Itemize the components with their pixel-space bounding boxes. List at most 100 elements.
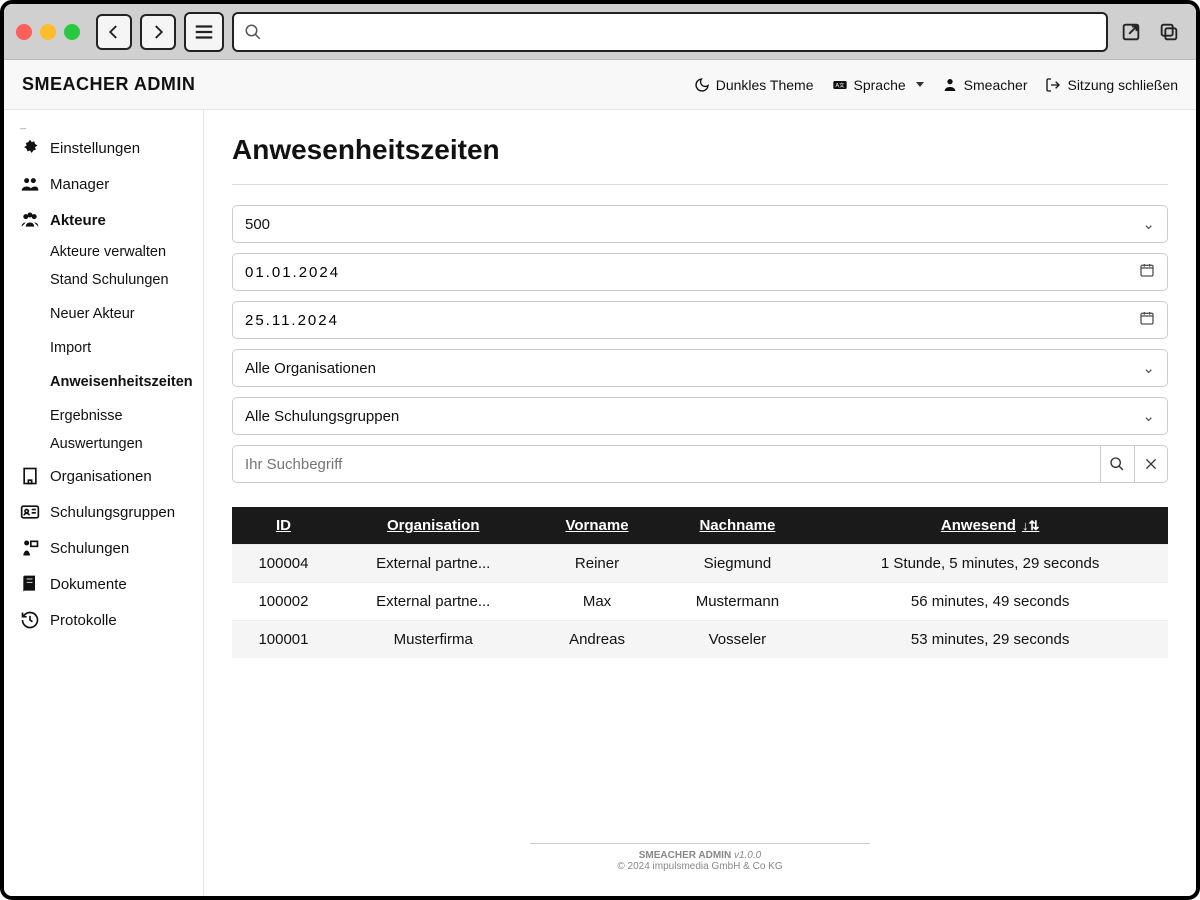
sidebar-item-label: Organisationen — [50, 468, 152, 485]
people-icon — [20, 210, 40, 230]
cell-org: Musterfirma — [335, 621, 532, 659]
theme-toggle[interactable]: Dunkles Theme — [694, 77, 814, 93]
footer-copyright: © 2024 impulsmedia GmbH & Co KG — [232, 861, 1168, 872]
date-to-input[interactable] — [232, 301, 1168, 339]
clear-search-button[interactable] — [1135, 445, 1168, 483]
user-label: Smeacher — [964, 77, 1028, 93]
sidebar-sub-akteure-verwalten[interactable]: Akteure verwalten — [50, 238, 203, 266]
maximize-window-icon[interactable] — [64, 24, 80, 40]
user-icon — [942, 77, 958, 93]
app-bar: SMEACHER ADMIN Dunkles Theme A文 Sprache … — [4, 60, 1196, 110]
search-button[interactable] — [1101, 445, 1134, 483]
cell-id: 100004 — [232, 545, 335, 583]
table-row[interactable]: 100002External partne...MaxMustermann56 … — [232, 583, 1168, 621]
sidebar-sub-ergebnisse[interactable]: Ergebnisse — [50, 402, 203, 430]
language-label: Sprache — [854, 77, 906, 93]
group-select[interactable]: Alle Schulungsgruppen ⌄ — [232, 397, 1168, 435]
table-row[interactable]: 100004External partne...ReinerSiegmund1 … — [232, 545, 1168, 583]
chevron-down-icon: ⌄ — [1142, 407, 1155, 425]
translate-icon: A文 — [832, 77, 848, 93]
sidebar-sub-anweisenheitszeiten[interactable]: Anweisenheitszeiten — [50, 368, 203, 396]
search-input[interactable] — [245, 456, 1088, 473]
sidebar-item-protokolle[interactable]: Protokolle — [4, 602, 203, 638]
sidebar-item-label: Schulungen — [50, 540, 129, 557]
id-card-icon — [20, 502, 40, 522]
open-external-button[interactable] — [1116, 17, 1146, 47]
sort-desc-icon: ↓⇅ — [1022, 518, 1039, 533]
col-header-nachname[interactable]: Nachname — [663, 507, 813, 545]
chevron-down-icon — [916, 82, 924, 87]
address-bar[interactable] — [232, 12, 1108, 52]
sidebar-item-dokumente[interactable]: Dokumente — [4, 566, 203, 602]
col-header-organisation[interactable]: Organisation — [335, 507, 532, 545]
forward-button[interactable] — [140, 14, 176, 50]
cell-present: 1 Stunde, 5 minutes, 29 seconds — [812, 545, 1168, 583]
brand-title: SMEACHER ADMIN — [22, 74, 195, 95]
logout-icon — [1045, 77, 1061, 93]
copy-button[interactable] — [1154, 17, 1184, 47]
divider — [232, 184, 1168, 185]
sidebar-item-label: Manager — [50, 176, 109, 193]
sidebar-item-schulungen[interactable]: Schulungen — [4, 530, 203, 566]
sidebar-item-einstellungen[interactable]: Einstellungen — [4, 130, 203, 166]
footer-version: v1.0.0 — [734, 850, 761, 861]
group-value: Alle Schulungsgruppen — [245, 408, 399, 425]
sidebar-item-label: Protokolle — [50, 612, 117, 629]
date-from-input[interactable] — [232, 253, 1168, 291]
sidebar: _ Einstellungen Manager Akteure Akteure … — [4, 110, 204, 896]
sidebar-item-label: Schulungsgruppen — [50, 504, 175, 521]
cell-last: Mustermann — [663, 583, 813, 621]
attendance-table: ID Organisation Vorname Nachname Anwesen… — [232, 507, 1168, 658]
cell-org: External partne... — [335, 545, 532, 583]
sidebar-sub-neuer-akteur[interactable]: Neuer Akteur — [50, 300, 203, 328]
minimize-window-icon[interactable] — [40, 24, 56, 40]
user-menu[interactable]: Smeacher — [942, 77, 1028, 93]
table-row[interactable]: 100001MusterfirmaAndreasVosseler53 minut… — [232, 621, 1168, 659]
moon-icon — [694, 77, 710, 93]
search-icon — [1109, 456, 1125, 472]
calendar-icon — [1139, 310, 1155, 330]
book-icon — [20, 574, 40, 594]
sidebar-item-label: Einstellungen — [50, 140, 140, 157]
chevron-down-icon: ⌄ — [1142, 215, 1155, 233]
cell-first: Reiner — [532, 545, 663, 583]
sidebar-sub-stand-schulungen[interactable]: Stand Schulungen — [50, 266, 203, 294]
date-to-field[interactable] — [245, 312, 1139, 329]
back-button[interactable] — [96, 14, 132, 50]
sidebar-sub-auswertungen[interactable]: Auswertungen — [50, 430, 203, 458]
sidebar-item-manager[interactable]: Manager — [4, 166, 203, 202]
users-icon — [20, 174, 40, 194]
sidebar-item-organisationen[interactable]: Organisationen — [4, 458, 203, 494]
footer: SMEACHER ADMIN v1.0.0 © 2024 impulsmedia… — [232, 783, 1168, 872]
col-header-anwesend[interactable]: Anwesend↓⇅ — [812, 507, 1168, 545]
sidebar-item-label: Dokumente — [50, 576, 127, 593]
footer-product: SMEACHER ADMIN — [639, 850, 731, 861]
language-dropdown[interactable]: A文 Sprache — [832, 77, 924, 93]
cell-present: 53 minutes, 29 seconds — [812, 621, 1168, 659]
building-icon — [20, 466, 40, 486]
gear-icon — [20, 138, 40, 158]
sidebar-item-schulungsgruppen[interactable]: Schulungsgruppen — [4, 494, 203, 530]
organisation-value: Alle Organisationen — [245, 360, 376, 377]
col-header-vorname[interactable]: Vorname — [532, 507, 663, 545]
calendar-icon — [1139, 262, 1155, 282]
date-from-field[interactable] — [245, 264, 1139, 281]
sidebar-top-dash: _ — [4, 118, 203, 130]
window-controls — [16, 24, 80, 40]
search-input-wrapper[interactable] — [232, 445, 1101, 483]
cell-id: 100002 — [232, 583, 335, 621]
logout-button[interactable]: Sitzung schließen — [1045, 77, 1178, 93]
table-header-row: ID Organisation Vorname Nachname Anwesen… — [232, 507, 1168, 545]
main-content: Anwesenheitszeiten 500 ⌄ — [204, 110, 1196, 896]
col-header-id[interactable]: ID — [232, 507, 335, 545]
close-window-icon[interactable] — [16, 24, 32, 40]
cell-first: Andreas — [532, 621, 663, 659]
cell-last: Vosseler — [663, 621, 813, 659]
sidebar-sub-import[interactable]: Import — [50, 334, 203, 362]
sidebar-item-akteure[interactable]: Akteure — [4, 202, 203, 238]
limit-select[interactable]: 500 ⌄ — [232, 205, 1168, 243]
theme-label: Dunkles Theme — [716, 77, 814, 93]
menu-button[interactable] — [184, 12, 224, 52]
close-icon — [1143, 456, 1159, 472]
organisation-select[interactable]: Alle Organisationen ⌄ — [232, 349, 1168, 387]
